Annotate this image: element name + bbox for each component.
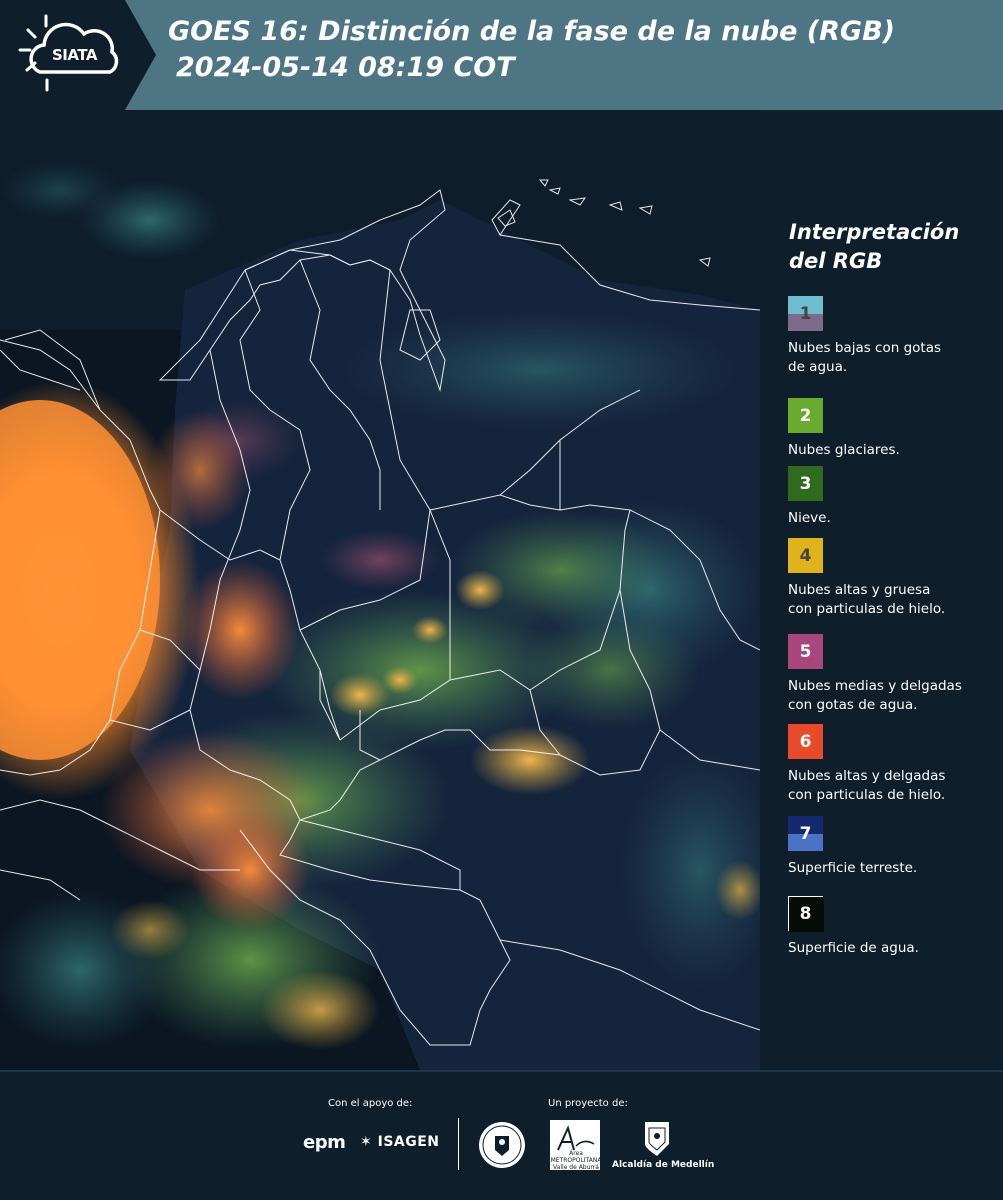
legend-number: 8 <box>799 903 812 924</box>
area-metropolitana-name: Área METROPOLITANA Valle de Aburrá <box>550 1150 602 1171</box>
satellite-map[interactable] <box>0 110 760 1070</box>
legend-panel: Interpretación del RGB 1 Nubes bajas con … <box>760 110 1003 1070</box>
legend-number: 3 <box>799 473 812 494</box>
page-title: GOES 16: Distinción de la fase de la nub… <box>168 14 895 86</box>
legend-label: Nubes altas y gruesa con particulas de h… <box>788 582 946 617</box>
legend-item-1: 1 Nubes bajas con gotas de agua. <box>788 296 998 377</box>
legend-item-4: 4 Nubes altas y gruesa con particulas de … <box>788 538 998 619</box>
legend-item-8: 8 Superficie de agua. <box>788 896 998 958</box>
header: SIATA GOES 16: Distinción de la fase de … <box>0 0 1003 110</box>
legend-item-7: 7 Superficie terreste. <box>788 816 998 878</box>
legend-item-2: 2 Nubes glaciares. <box>788 398 998 460</box>
legend-item-6: 6 Nubes altas y delgadas con particulas d… <box>788 724 998 805</box>
legend-label: Nubes medias y delgadas con gotas de agu… <box>788 678 962 713</box>
legend-number: 7 <box>799 823 812 844</box>
legend-number: 2 <box>799 405 812 426</box>
support-label: Con el apoyo de: <box>328 1098 413 1109</box>
seal-logo <box>479 1122 525 1168</box>
footer-divider <box>458 1118 459 1170</box>
epm-logo: epm <box>303 1132 346 1153</box>
legend-swatch: 4 <box>788 538 823 573</box>
legend-label: Nubes bajas con gotas de agua. <box>788 340 942 375</box>
satellite-map-canvas <box>0 110 760 1070</box>
legend-swatch: 8 <box>788 896 824 932</box>
legend-swatch: 1 <box>788 296 823 331</box>
legend-swatch: 3 <box>788 466 823 501</box>
isagen-logo: ✶ ISAGEN <box>360 1134 440 1150</box>
legend-swatch: 2 <box>788 398 823 433</box>
legend-number: 5 <box>799 641 812 662</box>
title-product: GOES 16: Distinción de la fase de la nub… <box>168 16 895 47</box>
siata-logo-text: SIATA <box>52 46 98 64</box>
isagen-mark-icon: ✶ <box>360 1134 373 1150</box>
legend-item-5: 5 Nubes medias y delgadas con gotas de ag… <box>788 634 998 715</box>
isagen-logo-text: ISAGEN <box>377 1134 440 1150</box>
legend-title: Interpretación del RGB <box>789 220 960 273</box>
legend-number: 1 <box>799 303 812 324</box>
alcaldia-text: Alcaldía de Medellín <box>612 1160 715 1170</box>
legend-swatch: 5 <box>788 634 823 669</box>
legend-label: Superficie terreste. <box>788 860 918 876</box>
legend-item-3: 3 Nieve. <box>788 466 998 528</box>
legend-number: 6 <box>799 731 812 752</box>
title-timestamp: 2024-05-14 08:19 COT <box>176 52 515 83</box>
legend-swatch: 6 <box>788 724 823 759</box>
alcaldia-shield-icon <box>645 1122 669 1156</box>
legend-label: Superficie de agua. <box>788 940 919 956</box>
legend-number: 4 <box>799 545 812 566</box>
project-label: Un proyecto de: <box>548 1098 628 1109</box>
legend-label: Nieve. <box>788 510 831 526</box>
siata-logo: SIATA <box>0 0 156 110</box>
footer: Con el apoyo de: Un proyecto de: epm ✶ I… <box>0 1070 1003 1200</box>
legend-swatch: 7 <box>788 816 823 851</box>
legend-label: Nubes glaciares. <box>788 442 900 458</box>
legend-label: Nubes altas y delgadas con particulas de… <box>788 768 946 803</box>
